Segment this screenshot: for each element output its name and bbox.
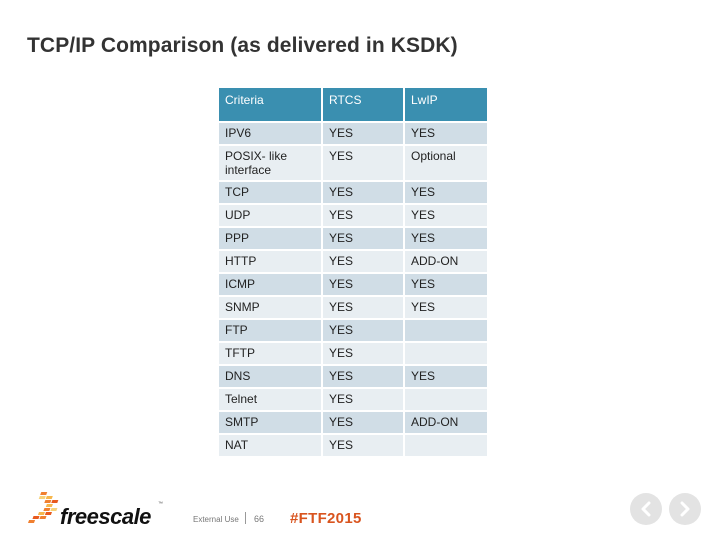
cell-criteria: UDP [219, 205, 321, 226]
table-row: UDP YES YES [219, 205, 487, 226]
cell-criteria: FTP [219, 320, 321, 341]
cell-rtcs: YES [323, 274, 403, 295]
cell-criteria: TFTP [219, 343, 321, 364]
table-row: SNMP YES YES [219, 297, 487, 318]
cell-lwip: YES [405, 182, 487, 203]
chevron-left-icon [641, 501, 651, 517]
cell-rtcs: YES [323, 146, 403, 180]
cell-rtcs: YES [323, 251, 403, 272]
cell-rtcs: YES [323, 366, 403, 387]
freescale-logo-mark-icon [28, 492, 59, 523]
table-body: IPV6 YES YES POSIX- like interface YES Option… [219, 123, 487, 456]
cell-rtcs: YES [323, 182, 403, 203]
cell-criteria: IPV6 [219, 123, 321, 144]
table-row: HTTP YES ADD-ON [219, 251, 487, 272]
cell-lwip: YES [405, 228, 487, 249]
cell-lwip: YES [405, 274, 487, 295]
previous-slide-button[interactable] [630, 493, 662, 525]
table-row: TFTP YES [219, 343, 487, 364]
cell-rtcs: YES [323, 228, 403, 249]
next-slide-button[interactable] [669, 493, 701, 525]
cell-criteria: DNS [219, 366, 321, 387]
cell-criteria: HTTP [219, 251, 321, 272]
header-rtcs: RTCS [323, 88, 403, 121]
cell-lwip: YES [405, 366, 487, 387]
cell-rtcs: YES [323, 435, 403, 456]
table-header-row: Criteria RTCS LwIP [219, 88, 487, 121]
cell-lwip [405, 343, 487, 364]
cell-criteria: NAT [219, 435, 321, 456]
cell-rtcs: YES [323, 297, 403, 318]
comparison-table: Criteria RTCS LwIP IPV6 YES YES POSIX- like… [217, 86, 489, 458]
cell-rtcs: YES [323, 123, 403, 144]
page-number: 66 [254, 514, 265, 524]
cell-lwip: YES [405, 123, 487, 144]
cell-lwip: Optional [405, 146, 487, 180]
cell-lwip: ADD-ON [405, 251, 487, 272]
table-row: SMTP YES ADD-ON [219, 412, 487, 433]
cell-criteria: SMTP [219, 412, 321, 433]
classification-label: External Use [193, 515, 239, 524]
table-row: TCP YES YES [219, 182, 487, 203]
table-row: ICMP YES YES [219, 274, 487, 295]
logo-trademark: ™ [158, 501, 163, 507]
table-row: Telnet YES [219, 389, 487, 410]
cell-rtcs: YES [323, 389, 403, 410]
cell-lwip: YES [405, 205, 487, 226]
table-row: DNS YES YES [219, 366, 487, 387]
cell-lwip: ADD-ON [405, 412, 487, 433]
header-criteria: Criteria [219, 88, 321, 121]
cell-rtcs: YES [323, 205, 403, 226]
cell-criteria: Telnet [219, 389, 321, 410]
cell-lwip [405, 389, 487, 410]
cell-rtcs: YES [323, 343, 403, 364]
table-row: POSIX- like interface YES Optional [219, 146, 487, 180]
event-hashtag: #FTF2015 [290, 510, 362, 527]
logo-wordmark: freescale [60, 504, 151, 529]
cell-lwip [405, 435, 487, 456]
cell-lwip [405, 320, 487, 341]
cell-criteria: POSIX- like interface [219, 146, 321, 180]
table-row: FTP YES [219, 320, 487, 341]
cell-criteria: ICMP [219, 274, 321, 295]
header-lwip: LwIP [405, 88, 487, 121]
cell-criteria: SNMP [219, 297, 321, 318]
footer-divider [245, 512, 246, 524]
cell-lwip: YES [405, 297, 487, 318]
table-row: PPP YES YES [219, 228, 487, 249]
cell-criteria: TCP [219, 182, 321, 203]
cell-criteria: PPP [219, 228, 321, 249]
table-row: IPV6 YES YES [219, 123, 487, 144]
freescale-logo: freescale ™ [28, 490, 163, 530]
table-row: NAT YES [219, 435, 487, 456]
chevron-right-icon [680, 501, 690, 517]
cell-rtcs: YES [323, 320, 403, 341]
slide-title: TCP/IP Comparison (as delivered in KSDK) [27, 34, 458, 57]
cell-rtcs: YES [323, 412, 403, 433]
